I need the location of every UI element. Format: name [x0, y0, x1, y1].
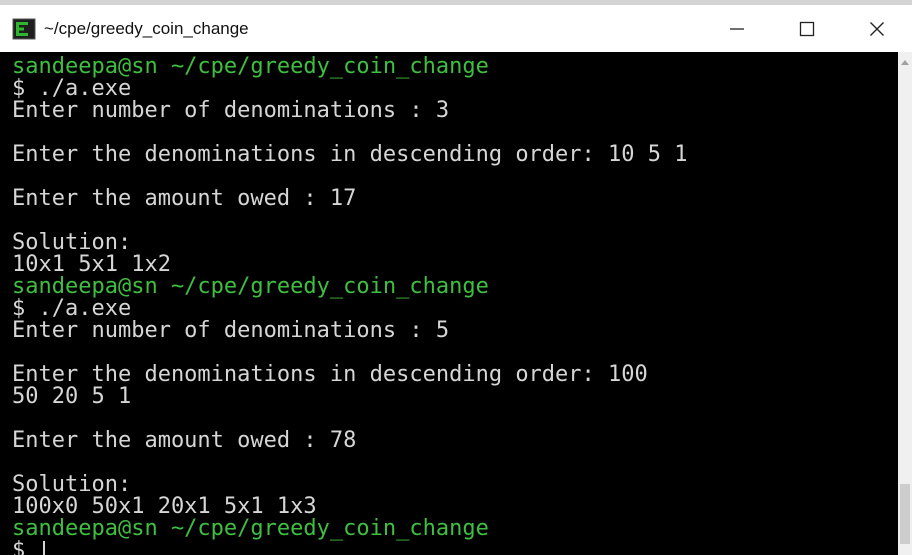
maximize-icon — [799, 21, 815, 36]
output-line: Enter number of denominations : 5 — [12, 320, 898, 342]
prompt-line: sandeepa@sn ~/cpe/greedy_coin_change — [12, 276, 898, 298]
terminal-window: ~/cpe/greedy_coin_change sandeepa@sn ~/c… — [0, 0, 912, 555]
minimize-button[interactable] — [702, 5, 772, 52]
input-line[interactable]: $ — [12, 540, 898, 555]
terminal-output[interactable]: sandeepa@sn ~/cpe/greedy_coin_change $ ./… — [0, 52, 898, 555]
scrollbar-thumb[interactable] — [900, 484, 910, 544]
output-line: 50 20 5 1 — [12, 386, 898, 408]
output-line: 100x0 50x1 20x1 5x1 1x3 — [12, 496, 898, 518]
output-line: 10x1 5x1 1x2 — [12, 254, 898, 276]
text-cursor — [42, 541, 45, 555]
line-text: sandeepa@sn ~/cpe/greedy_coin_change — [12, 516, 489, 541]
vertical-scrollbar[interactable] — [898, 52, 912, 555]
output-line: Enter number of denominations : 3 — [12, 100, 898, 122]
line-text: Enter the amount owed : 17 — [12, 186, 357, 211]
line-text: 50 20 5 1 — [12, 384, 132, 409]
prompt-line: sandeepa@sn ~/cpe/greedy_coin_change — [12, 518, 898, 540]
minimize-icon — [730, 27, 744, 30]
output-line: Enter the amount owed : 17 — [12, 188, 898, 210]
maximize-button[interactable] — [772, 5, 842, 52]
close-button[interactable] — [842, 5, 912, 52]
terminal-app-icon[interactable] — [12, 18, 36, 40]
line-text: Enter the amount owed : 78 — [12, 428, 357, 453]
output-line: Solution: — [12, 474, 898, 496]
line-text: Enter number of denominations : 3 — [12, 98, 450, 123]
output-line: Enter the denominations in descending or… — [12, 144, 898, 166]
window-title: ~/cpe/greedy_coin_change — [44, 18, 249, 38]
scroll-up-arrow-icon[interactable] — [898, 56, 912, 70]
close-icon — [870, 21, 884, 36]
line-text: $ — [12, 538, 39, 555]
title-bar[interactable]: ~/cpe/greedy_coin_change — [0, 5, 912, 52]
output-line: Enter the amount owed : 78 — [12, 430, 898, 452]
prompt-line: sandeepa@sn ~/cpe/greedy_coin_change — [12, 56, 898, 78]
output-line: $ ./a.exe — [12, 78, 898, 100]
line-text: Enter the denominations in descending or… — [12, 142, 688, 167]
output-line: Enter the denominations in descending or… — [12, 364, 898, 386]
output-line: $ ./a.exe — [12, 298, 898, 320]
output-line: Solution: — [12, 232, 898, 254]
window-controls — [702, 5, 912, 52]
line-text: Enter number of denominations : 5 — [12, 318, 450, 343]
